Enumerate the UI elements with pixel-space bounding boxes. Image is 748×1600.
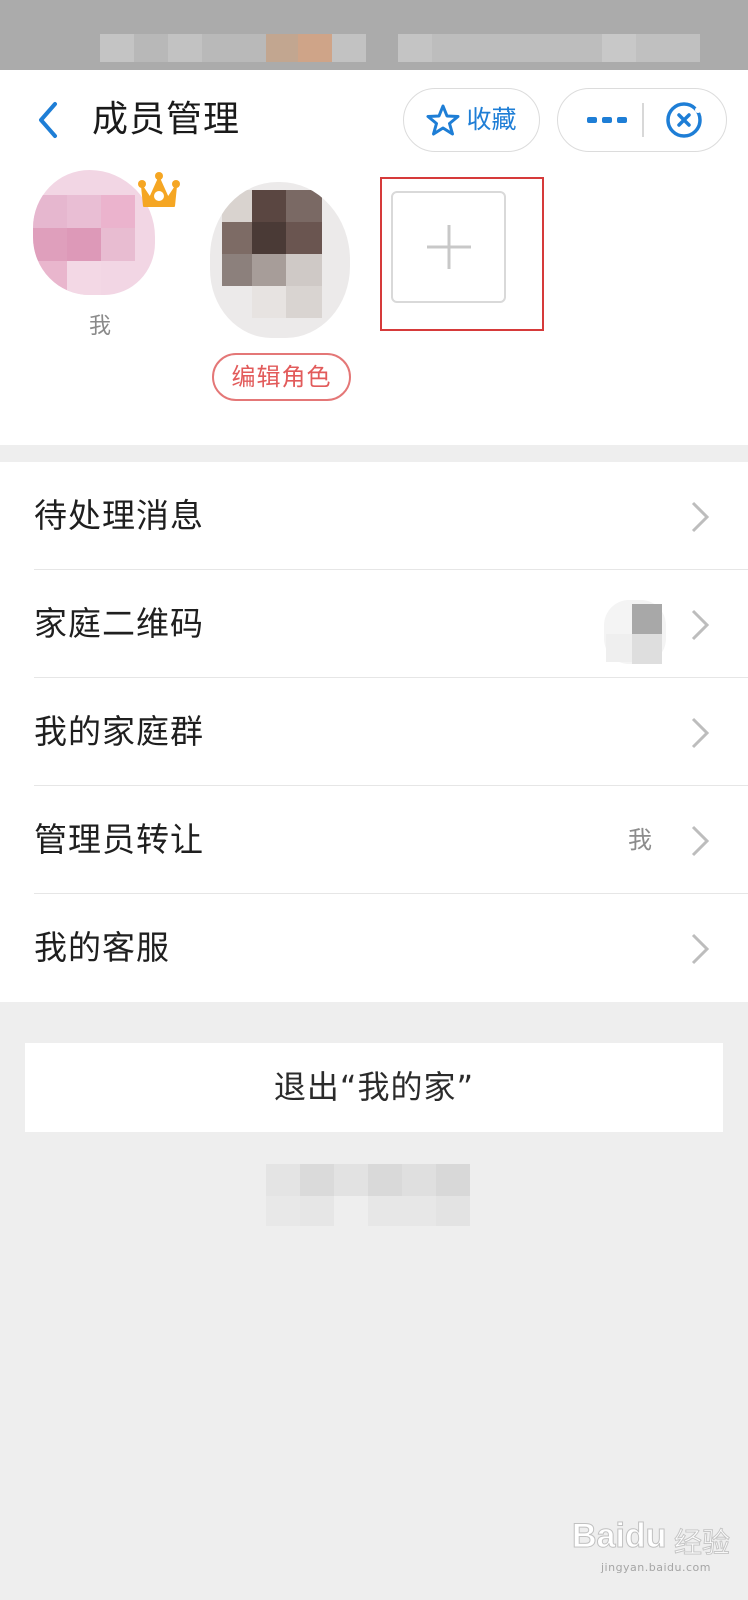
add-member-button[interactable] (391, 191, 506, 303)
chevron-right-icon (691, 933, 710, 965)
member-other[interactable] (210, 182, 360, 352)
baidu-jingyan-watermark: Baidu 经验 jingyan.baidu.com (571, 1505, 740, 1585)
menu-item-admin-transfer[interactable]: 管理员转让 我 (0, 786, 748, 894)
watermark-url: jingyan.baidu.com (600, 1561, 711, 1574)
menu-item-label: 我的家庭群 (34, 712, 204, 751)
watermark-brand: Baidu (571, 1517, 667, 1556)
capsule-divider (642, 103, 644, 137)
member-management-header: 成员管理 收藏 我 编辑角色 (0, 70, 748, 445)
exit-family-button[interactable]: 退出“我的家” (25, 1043, 723, 1132)
capsule-menu (557, 88, 727, 152)
chevron-right-icon (691, 717, 710, 749)
more-button[interactable] (572, 89, 642, 151)
current-admin-value: 我 (628, 826, 652, 854)
menu-item-pending-messages[interactable]: 待处理消息 (0, 462, 748, 570)
watermark-name: 经验 (673, 1526, 731, 1560)
member-name: 我 (88, 314, 111, 339)
member-me[interactable]: 我 (30, 170, 190, 340)
menu-item-family-group[interactable]: 我的家庭群 (0, 678, 748, 786)
page-title: 成员管理 (92, 99, 241, 140)
crown-icon (138, 172, 180, 207)
qr-code-thumbnail (604, 600, 666, 664)
star-icon (426, 104, 460, 136)
menu-item-customer-service[interactable]: 我的客服 (0, 894, 748, 1002)
avatar (210, 182, 350, 338)
menu-item-label: 待处理消息 (34, 496, 204, 535)
chevron-right-icon (691, 609, 710, 641)
menu-item-label: 我的客服 (34, 928, 170, 967)
close-button[interactable] (652, 89, 716, 151)
plus-icon (426, 225, 471, 269)
more-dots-icon[interactable] (585, 114, 629, 126)
menu-item-label: 家庭二维码 (34, 604, 204, 643)
back-arrow-icon[interactable] (35, 100, 61, 140)
blurred-footer-text (266, 1160, 496, 1230)
close-mini-program-icon[interactable] (664, 100, 704, 140)
chevron-right-icon (691, 825, 710, 857)
settings-list: 待处理消息 家庭二维码 我的家庭群 管理员转让 我 我的客服 (0, 462, 748, 1002)
status-bar (0, 0, 748, 70)
menu-item-family-qrcode[interactable]: 家庭二维码 (0, 570, 748, 678)
favorite-button[interactable]: 收藏 (403, 88, 540, 152)
favorite-label: 收藏 (466, 105, 517, 134)
edit-role-button[interactable]: 编辑角色 (212, 353, 351, 401)
menu-item-label: 管理员转让 (34, 820, 204, 859)
back-button[interactable] (28, 98, 68, 142)
chevron-right-icon (691, 501, 710, 533)
